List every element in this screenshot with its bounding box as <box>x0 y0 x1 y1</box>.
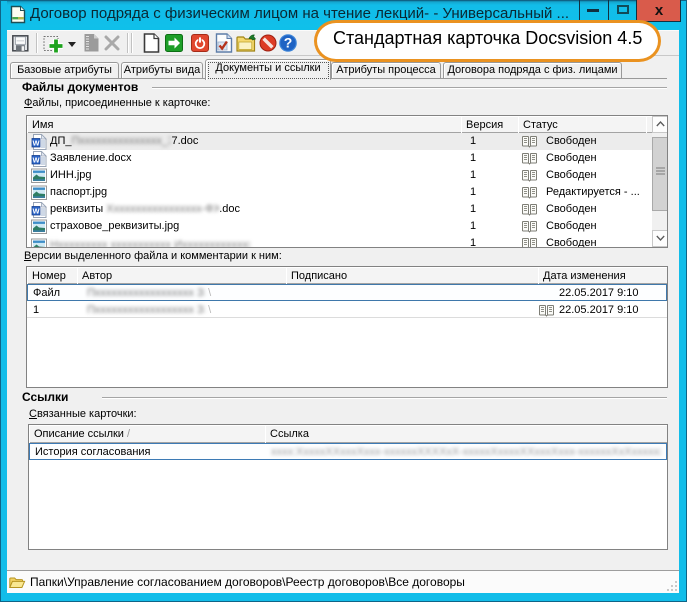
svg-text:?: ? <box>284 34 293 50</box>
